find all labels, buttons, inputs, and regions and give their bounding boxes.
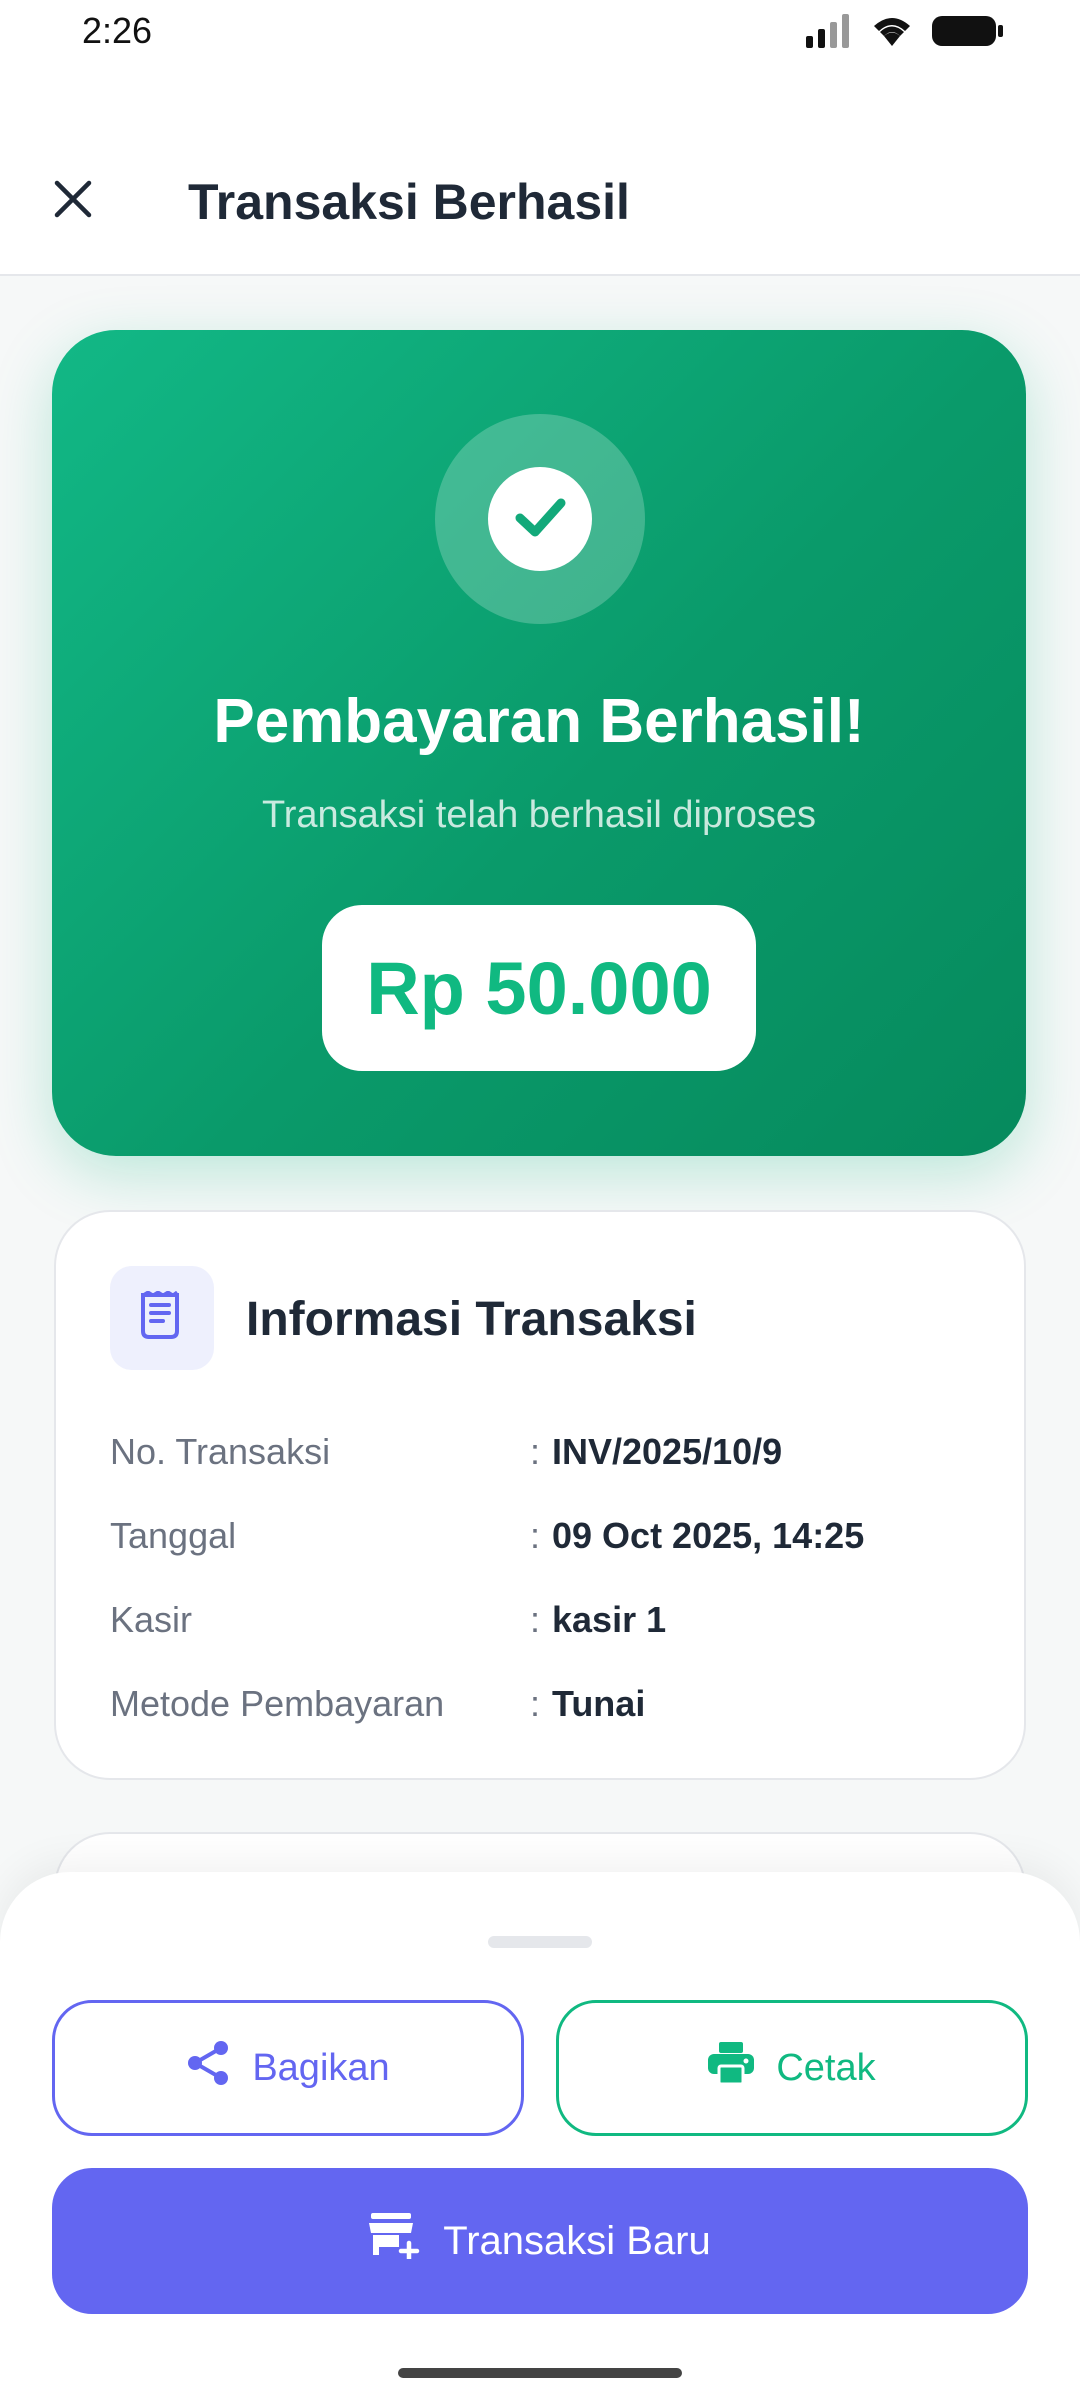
- print-icon: [708, 2042, 755, 2094]
- info-row-date: Tanggal : 09 Oct 2025, 14:25: [110, 1510, 990, 1562]
- action-bottom-sheet: Bagikan Cetak Transaksi Baru: [0, 1872, 1080, 2400]
- info-value: Tunai: [552, 1683, 646, 1724]
- info-label: Tanggal: [110, 1515, 237, 1556]
- status-bar: 2:26: [0, 0, 1080, 72]
- new-transaction-button[interactable]: Transaksi Baru: [52, 2168, 1028, 2314]
- status-time: 2:26: [82, 10, 153, 51]
- info-colon: :: [530, 1515, 541, 1556]
- close-icon: [53, 179, 93, 224]
- new-transaction-label: Transaksi Baru: [443, 2218, 711, 2263]
- status-icons: [806, 14, 1004, 53]
- signal-icon: [806, 14, 852, 53]
- info-colon: :: [530, 1431, 541, 1472]
- share-label: Bagikan: [252, 2046, 390, 2089]
- check-halo: [435, 414, 645, 624]
- info-colon: :: [530, 1683, 541, 1724]
- battery-icon: [932, 14, 1004, 53]
- print-label: Cetak: [776, 2046, 876, 2089]
- check-icon: [508, 485, 572, 554]
- amount-box: Rp 50.000: [322, 905, 756, 1071]
- info-value: kasir 1: [552, 1599, 667, 1640]
- share-button[interactable]: Bagikan: [52, 2000, 524, 2136]
- receipt-icon: [139, 1289, 185, 1346]
- transaction-info-card: Informasi Transaksi No. Transaksi : INV/…: [54, 1210, 1026, 1780]
- amount-value: Rp 50.000: [366, 946, 712, 1030]
- info-label: Kasir: [110, 1599, 193, 1640]
- info-value: INV/2025/10/9: [552, 1431, 783, 1472]
- info-title: Informasi Transaksi: [246, 1293, 697, 1346]
- info-icon-box: [110, 1266, 214, 1370]
- info-value: 09 Oct 2025, 14:25: [552, 1515, 865, 1556]
- share-icon: [186, 2040, 230, 2096]
- app-bar: Transaksi Berhasil: [0, 72, 1080, 276]
- close-button[interactable]: [40, 168, 106, 234]
- wifi-icon: [870, 14, 914, 53]
- success-subtitle: Transaksi telah berhasil diproses: [261, 794, 817, 836]
- page-title: Transaksi Berhasil: [188, 174, 630, 230]
- info-label: Metode Pembayaran: [110, 1683, 445, 1724]
- info-row-transaction-no: No. Transaksi : INV/2025/10/9: [110, 1426, 990, 1478]
- success-title: Pembayaran Berhasil!: [213, 687, 865, 756]
- info-label: No. Transaksi: [110, 1431, 331, 1472]
- info-colon: :: [530, 1599, 541, 1640]
- home-indicator[interactable]: [398, 2368, 682, 2378]
- store-add-icon: [369, 2213, 421, 2269]
- screen: 2:26 Transaksi Berhasil Pembayaran Berha…: [0, 0, 1080, 2400]
- sheet-drag-handle[interactable]: [488, 1936, 592, 1948]
- check-circle: [488, 467, 592, 571]
- payment-success-card: Pembayaran Berhasil! Transaksi telah ber…: [52, 330, 1026, 1156]
- print-button[interactable]: Cetak: [556, 2000, 1028, 2136]
- info-row-cashier: Kasir : kasir 1: [110, 1594, 990, 1646]
- info-row-payment-method: Metode Pembayaran : Tunai: [110, 1678, 990, 1730]
